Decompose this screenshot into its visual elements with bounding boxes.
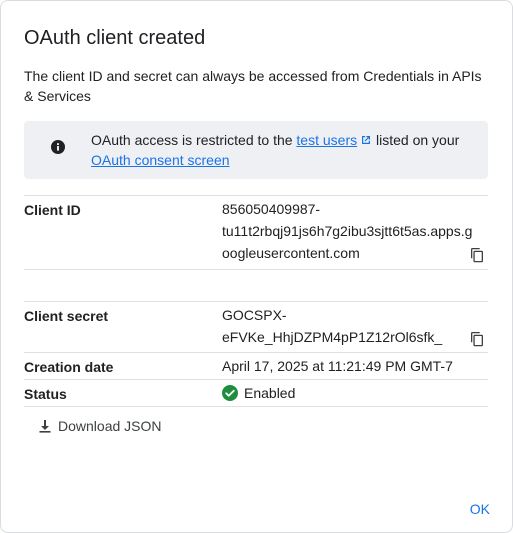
creation-date-value: April 17, 2025 at 11:21:49 PM GMT-7 <box>222 358 453 374</box>
client-secret-label: Client secret <box>24 308 109 324</box>
client-secret-line: eFVKe_HhjDZPM4pP1Z12rOl6sfk_ <box>222 329 443 345</box>
notice-text: OAuth access is restricted to the test u… <box>91 130 471 170</box>
download-icon <box>39 420 51 433</box>
status-value: Enabled <box>222 382 295 404</box>
copy-client-id-icon[interactable] <box>469 247 485 263</box>
divider <box>24 406 488 407</box>
client-id-line: oogleusercontent.com <box>222 245 360 261</box>
test-users-notice: OAuth access is restricted to the test u… <box>24 121 488 179</box>
test-users-link[interactable]: test users <box>296 132 357 148</box>
dialog-description: The client ID and secret can always be a… <box>24 68 482 104</box>
status-text: Enabled <box>244 385 296 401</box>
check-circle-icon <box>222 385 238 401</box>
divider <box>24 301 488 302</box>
client-id-value: 856050409987- tu11t2rbqj91js6h7g2ibu3sjt… <box>222 198 472 264</box>
oauth-consent-screen-link[interactable]: OAuth consent screen <box>91 152 230 168</box>
divider <box>24 379 488 380</box>
client-id-line: tu11t2rbqj91js6h7g2ibu3sjtt6t5as.apps.g <box>222 223 473 239</box>
client-id-label: Client ID <box>24 202 81 218</box>
notice-text-middle: listed on your <box>372 132 460 148</box>
creation-date-label: Creation date <box>24 359 114 375</box>
client-id-line: 856050409987- <box>222 201 321 217</box>
copy-client-secret-icon[interactable] <box>469 331 485 347</box>
client-secret-value: GOCSPX- eFVKe_HhjDZPM4pP1Z12rOl6sfk_ <box>222 304 442 348</box>
info-icon <box>51 140 65 154</box>
download-json-button[interactable]: Download JSON <box>37 415 162 437</box>
external-link-icon[interactable] <box>360 134 372 146</box>
dialog-title: OAuth client created <box>24 27 206 49</box>
status-label: Status <box>24 386 67 402</box>
oauth-client-created-dialog: OAuth client created The client ID and s… <box>0 0 513 533</box>
notice-text-before: OAuth access is restricted to the <box>91 132 297 148</box>
ok-button[interactable]: OK <box>470 501 490 517</box>
divider <box>24 269 488 270</box>
download-json-label: Download JSON <box>58 418 162 434</box>
divider <box>24 352 488 353</box>
client-secret-line: GOCSPX- <box>222 307 287 323</box>
divider <box>24 195 488 196</box>
